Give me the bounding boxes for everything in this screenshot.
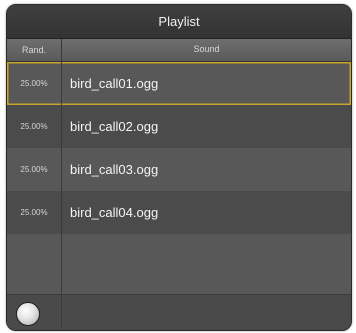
circle-play-icon[interactable] <box>16 302 40 326</box>
row-sound-name: bird_call04.ogg <box>70 205 159 220</box>
playlist-footer <box>7 294 351 330</box>
row-rand-value: 25.00% <box>7 148 62 191</box>
column-header-row: Rand. Sound <box>7 39 351 62</box>
row-rand-empty <box>7 234 62 294</box>
row-rand-value: 25.00% <box>7 105 62 148</box>
row-rand-value: 25.00% <box>7 191 62 234</box>
row-sound-name: bird_call02.ogg <box>70 119 159 134</box>
playlist-panel: Playlist Rand. Sound 25.00% bird_call01.… <box>6 4 352 331</box>
row-sound-name: bird_call03.ogg <box>70 162 159 177</box>
row-rand-value: 25.00% <box>7 62 62 105</box>
footer-divider <box>61 295 62 330</box>
playlist-rows: 25.00% bird_call01.ogg 25.00% bird_call0… <box>7 62 351 294</box>
playlist-row-2[interactable]: 25.00% bird_call02.ogg <box>7 105 351 148</box>
playlist-row-1[interactable]: 25.00% bird_call01.ogg <box>7 62 351 105</box>
row-sound-name: bird_call01.ogg <box>70 76 159 91</box>
playlist-row-empty <box>7 234 351 294</box>
column-header-sound[interactable]: Sound <box>62 39 351 61</box>
playlist-row-3[interactable]: 25.00% bird_call03.ogg <box>7 148 351 191</box>
column-header-rand[interactable]: Rand. <box>7 39 62 61</box>
playlist-row-4[interactable]: 25.00% bird_call04.ogg <box>7 191 351 234</box>
window-title: Playlist <box>7 5 351 39</box>
